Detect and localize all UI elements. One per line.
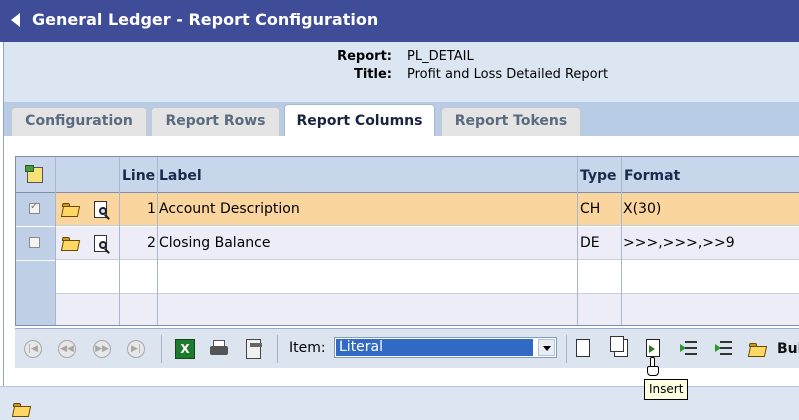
calculator-icon[interactable] <box>246 339 262 359</box>
new-item-icon[interactable] <box>576 339 590 357</box>
item-select[interactable]: Literal <box>334 337 557 358</box>
tab-configuration[interactable]: Configuration <box>11 107 147 136</box>
row-type: CH <box>580 201 601 217</box>
title-value: Profit and Loss Detailed Report <box>407 67 609 82</box>
columns-grid: Line Label Type Format 1 Account Descrip… <box>15 156 799 326</box>
column-header-format[interactable]: Format <box>624 168 680 184</box>
tab-report-rows[interactable]: Report Rows <box>151 107 280 136</box>
report-header: Report: PL_DETAIL Title: Profit and Loss… <box>3 42 799 102</box>
row-format: >>>,>>>,>>9 <box>623 235 735 251</box>
insert-item-icon[interactable] <box>646 339 660 357</box>
tab-report-tokens[interactable]: Report Tokens <box>441 107 581 136</box>
open-folder-icon[interactable] <box>747 343 768 357</box>
open-folder-icon[interactable] <box>60 203 81 217</box>
tab-report-columns[interactable]: Report Columns <box>284 104 435 137</box>
report-label: Report: <box>337 49 392 64</box>
find-icon[interactable] <box>93 201 111 220</box>
title-label: Title: <box>353 67 392 82</box>
row-label: Closing Balance <box>159 235 271 251</box>
item-select-value: Literal <box>336 339 533 356</box>
column-header-label[interactable]: Label <box>159 168 202 184</box>
row-line: 2 <box>147 235 156 251</box>
bulk-button-label[interactable]: Bul <box>777 341 799 357</box>
printer-icon[interactable] <box>209 339 229 359</box>
grid-toolbar: |◀ ◀◀ ▶▶ ▶| X Item: Literal Bul <box>15 328 799 368</box>
tab-bar: Configuration Report Rows Report Columns… <box>3 102 799 137</box>
row-label: Account Description <box>159 201 300 217</box>
grid-header: Line Label Type Format <box>16 157 799 193</box>
row-line: 1 <box>147 201 156 217</box>
empty-row <box>16 294 799 325</box>
window-title: General Ledger - Report Configuration <box>32 10 379 29</box>
open-folder-icon[interactable] <box>60 237 81 251</box>
row-checkbox[interactable] <box>29 237 40 248</box>
table-row[interactable]: 1 Account Description CH X(30) <box>16 193 799 226</box>
insert-tooltip: Insert <box>644 379 689 400</box>
column-header-type[interactable]: Type <box>580 168 617 184</box>
row-checkbox[interactable] <box>29 201 40 214</box>
row-format: X(30) <box>623 201 662 217</box>
chevron-down-icon[interactable] <box>538 339 555 356</box>
copy-item-icon[interactable] <box>610 336 628 357</box>
empty-row <box>16 261 799 294</box>
excel-export-icon[interactable]: X <box>175 339 195 359</box>
open-folder-icon[interactable] <box>11 403 32 417</box>
column-header-line[interactable]: Line <box>122 168 155 184</box>
title-bar: General Ledger - Report Configuration <box>0 0 799 42</box>
item-label: Item: <box>289 340 326 356</box>
previous-page-icon[interactable]: ◀◀ <box>58 340 76 358</box>
find-icon[interactable] <box>93 235 111 254</box>
hand-cursor-icon <box>646 357 660 377</box>
row-type: DE <box>580 235 600 251</box>
move-down-icon[interactable] <box>715 340 733 356</box>
move-up-icon[interactable] <box>680 340 698 356</box>
tab-content: Line Label Type Format 1 Account Descrip… <box>3 136 799 386</box>
table-row[interactable]: 2 Closing Balance DE >>>,>>>,>>9 <box>16 227 799 260</box>
next-page-icon[interactable]: ▶▶ <box>93 340 111 358</box>
back-arrow-icon[interactable] <box>11 13 20 27</box>
first-page-icon[interactable]: |◀ <box>24 340 42 358</box>
report-value: PL_DETAIL <box>407 49 474 64</box>
last-page-icon[interactable]: ▶| <box>127 340 145 358</box>
select-all-icon[interactable] <box>25 165 47 185</box>
